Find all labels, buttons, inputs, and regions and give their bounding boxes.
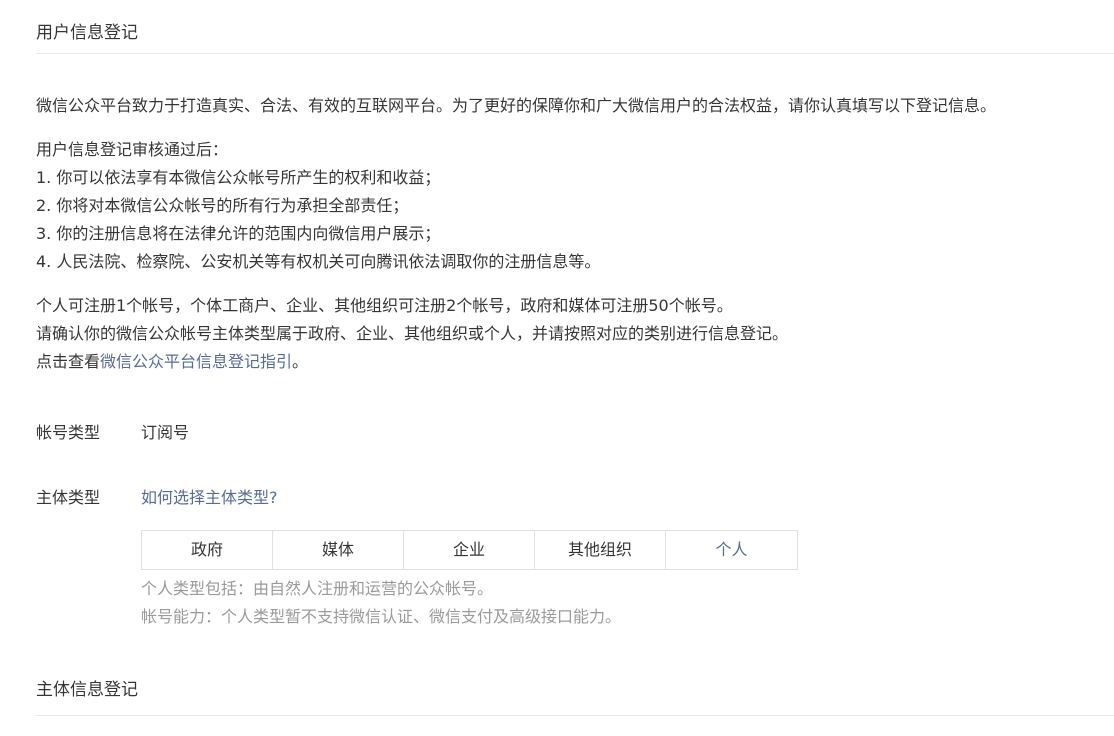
guide-prefix: 点击查看 xyxy=(36,352,101,371)
subject-type-label: 主体类型 xyxy=(36,488,101,507)
registration-notice: 微信公众平台致力于打造真实、合法、有效的互联网平台。为了更好的保障你和广大微信用… xyxy=(36,92,1106,376)
account-type-value: 订阅号 xyxy=(141,423,190,442)
section-divider xyxy=(36,53,1114,54)
subject-type-option-individual[interactable]: 个人 xyxy=(666,531,797,569)
subject-info-section-title: 主体信息登记 xyxy=(36,680,138,700)
notice-intro: 微信公众平台致力于打造真实、合法、有效的互联网平台。为了更好的保障你和广大微信用… xyxy=(36,96,997,115)
subject-type-capability-tip: 帐号能力：个人类型暂不支持微信认证、微信支付及高级接口能力。 xyxy=(141,607,622,626)
subject-type-option-government[interactable]: 政府 xyxy=(142,531,273,569)
subject-type-help-link[interactable]: 如何选择主体类型? xyxy=(141,486,278,510)
user-info-section-title: 用户信息登记 xyxy=(36,23,138,43)
notice-after-title: 用户信息登记审核通过后： xyxy=(36,140,229,159)
notice-item: 1. 你可以依法享有本微信公众帐号所产生的权利和收益； xyxy=(36,168,441,187)
notice-item: 2. 你将对本微信公众帐号的所有行为承担全部责任； xyxy=(36,196,409,215)
guide-suffix: 。 xyxy=(292,352,309,371)
registration-guide-link[interactable]: 微信公众平台信息登记指引 xyxy=(100,352,292,371)
notice-item: 4. 人民法院、检察院、公安机关等有权机关可向腾讯依法调取你的注册信息等。 xyxy=(36,252,601,271)
subject-type-option-media[interactable]: 媒体 xyxy=(273,531,404,569)
subject-type-option-enterprise[interactable]: 企业 xyxy=(404,531,535,569)
section-divider xyxy=(36,715,1114,716)
subject-type-selector: 政府 媒体 企业 其他组织 个人 xyxy=(141,530,798,570)
subject-type-tip: 个人类型包括：由自然人注册和运营的公众帐号。 xyxy=(141,579,494,598)
notice-item: 3. 你的注册信息将在法律允许的范围内向微信用户展示； xyxy=(36,224,441,243)
notice-confirm: 请确认你的微信公众帐号主体类型属于政府、企业、其他组织或个人，并请按照对应的类别… xyxy=(36,324,789,343)
notice-quota: 个人可注册1个帐号，个体工商户、企业、其他组织可注册2个帐号，政府和媒体可注册5… xyxy=(36,296,733,315)
account-type-label: 帐号类型 xyxy=(36,423,101,442)
subject-type-option-other-org[interactable]: 其他组织 xyxy=(535,531,666,569)
notice-guide: 点击查看微信公众平台信息登记指引。 xyxy=(36,348,1106,376)
